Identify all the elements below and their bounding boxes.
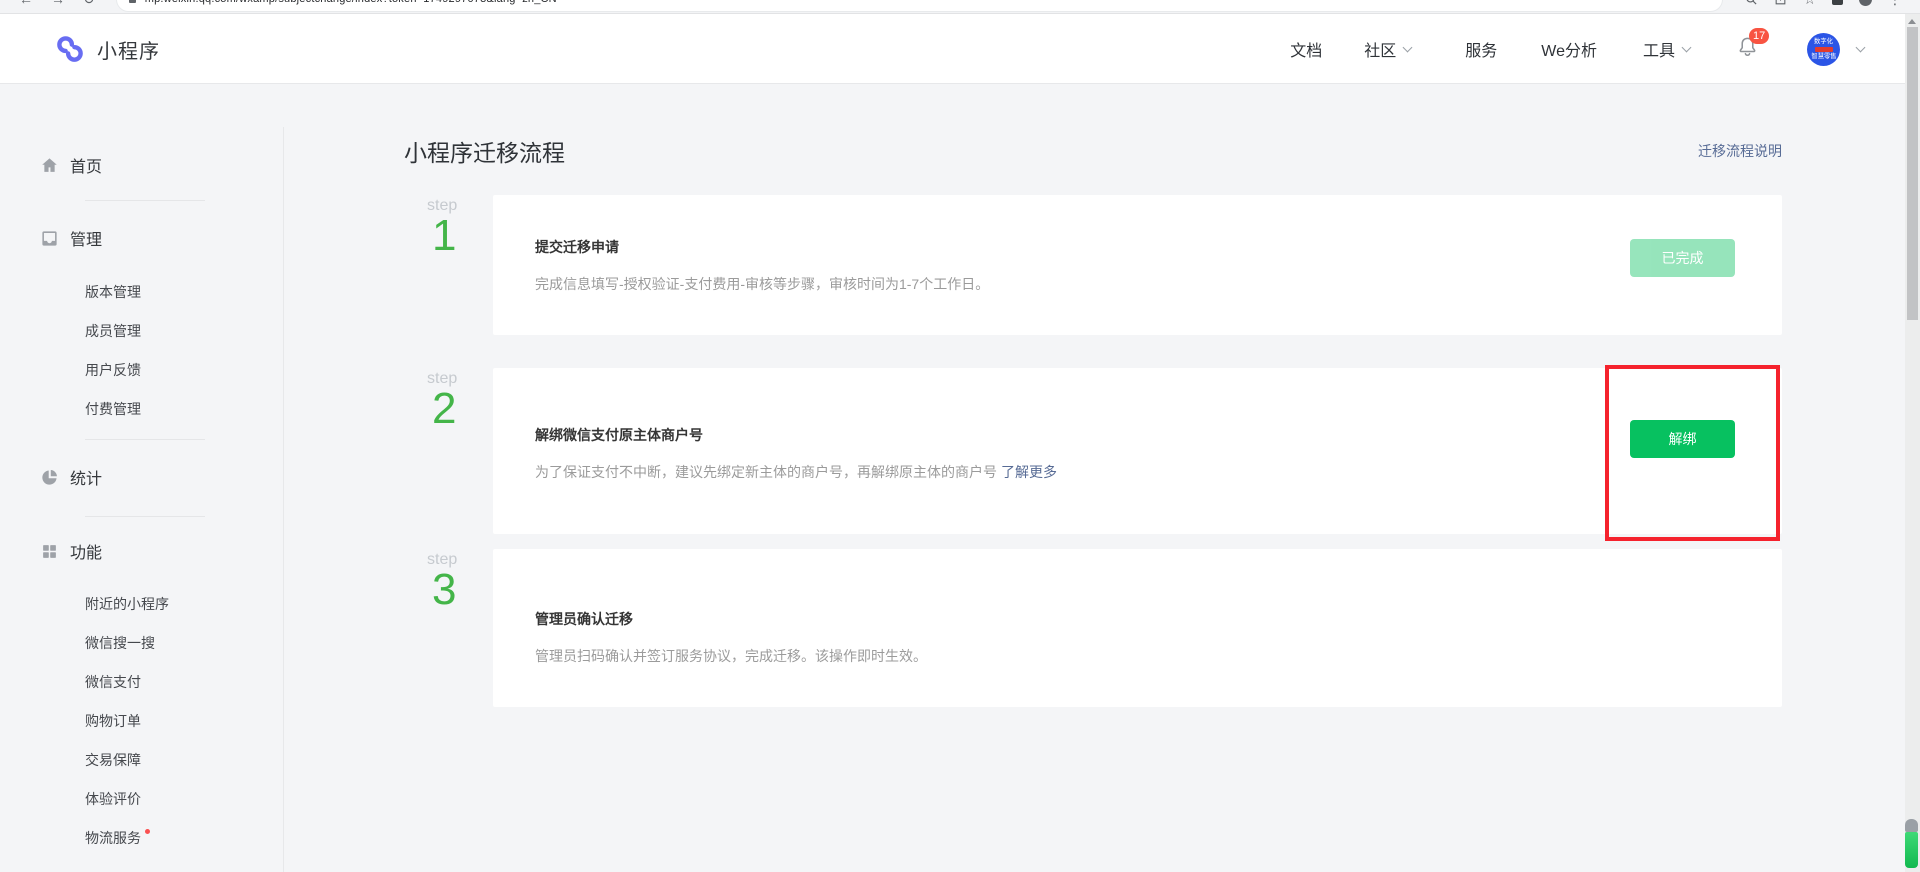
notification-badge: 17 — [1749, 28, 1769, 44]
step-title: 提交迁移申请 — [535, 237, 1782, 257]
step-card-unbind-merchant: 解绑微信支付原主体商户号 为了保证支付不中断，建议先绑定新主体的商户号，再解绑原… — [493, 368, 1782, 534]
scrollbar-up-arrow[interactable] — [1908, 19, 1916, 24]
sidebar-item-version-manage[interactable]: 版本管理 — [0, 273, 283, 312]
page-title: 小程序迁移流程 — [404, 134, 565, 168]
scrollbar-track[interactable] — [1905, 14, 1920, 872]
browser-menu-icon[interactable]: ⋮ — [1888, 0, 1902, 14]
sidebar-section-divider — [85, 200, 205, 201]
inbox-icon — [38, 229, 60, 248]
sidebar-item-features[interactable]: 功能 — [0, 533, 283, 569]
site-info-icon[interactable] — [129, 0, 136, 3]
sidebar-item-member-manage[interactable]: 成员管理 — [0, 312, 283, 351]
step-title: 解绑微信支付原主体商户号 — [535, 425, 1782, 445]
step-number-2: 2 — [427, 388, 493, 430]
sidebar-section-divider — [85, 516, 205, 517]
step-row-1: step 1 提交迁移申请 完成信息填写-授权验证-支付费用-审核等步骤，审核时… — [404, 195, 1782, 335]
step-title: 管理员确认迁移 — [535, 609, 1782, 629]
sidebar-item-wechat-pay[interactable]: 微信支付 — [0, 663, 283, 702]
step-description: 管理员扫码确认并签订服务协议，完成迁移。该操作即时生效。 — [535, 646, 1782, 666]
browser-toolbar: ← → ↻ mp.weixin.qq.com/wxamp/subjectchan… — [0, 0, 1920, 14]
site-header: 小程序 文档 社区 服务 We分析 工具 17 数字化 智慧零售 — [0, 14, 1920, 84]
sidebar-item-statistics[interactable]: 统计 — [0, 459, 283, 495]
step-row-3: step 3 管理员确认迁移 管理员扫码确认并签订服务协议，完成迁移。该操作即时… — [404, 549, 1782, 707]
sidebar-item-trade-guarantee[interactable]: 交易保障 — [0, 741, 283, 780]
nav-community[interactable]: 社区 — [1364, 37, 1411, 61]
avatar-red-banner — [1815, 47, 1833, 52]
share-icon[interactable] — [1774, 0, 1787, 6]
step-number-1: 1 — [427, 215, 493, 257]
sidebar-item-wechat-search[interactable]: 微信搜一搜 — [0, 624, 283, 663]
sidebar-item-logistics-service[interactable]: 物流服务 — [0, 819, 283, 858]
nav-tools[interactable]: 工具 — [1643, 37, 1690, 61]
browser-back-icon[interactable]: ← — [19, 0, 33, 14]
unbind-button[interactable]: 解绑 — [1630, 420, 1735, 458]
bookmark-star-icon[interactable]: ☆ — [1803, 0, 1816, 14]
step-description: 为了保证支付不中断，建议先绑定新主体的商户号，再解绑原主体的商户号了解更多 — [535, 462, 1782, 482]
extension-widget[interactable] — [1905, 819, 1918, 868]
miniprogram-logo-icon — [55, 34, 85, 64]
nav-we-analysis[interactable]: We分析 — [1541, 37, 1597, 61]
search-icon[interactable] — [1745, 0, 1758, 6]
sidebar-item-nearby-miniprograms[interactable]: 附近的小程序 — [0, 585, 283, 624]
grid-icon — [38, 543, 60, 560]
home-icon — [38, 156, 60, 175]
sidebar-item-home[interactable]: 首页 — [0, 147, 283, 183]
url-text: mp.weixin.qq.com/wxamp/subjectchange/ind… — [145, 0, 557, 5]
completed-button[interactable]: 已完成 — [1630, 239, 1735, 277]
migration-help-link[interactable]: 迁移流程说明 — [1698, 141, 1782, 161]
sidebar-section-divider — [85, 439, 205, 440]
step-description: 完成信息填写-授权验证-支付费用-审核等步骤，审核时间为1-7个工作日。 — [535, 274, 1782, 294]
step-row-2: step 2 解绑微信支付原主体商户号 为了保证支付不中断，建议先绑定新主体的商… — [404, 368, 1782, 534]
main-area: 小程序迁移流程 迁移流程说明 step 1 提交迁移申请 完成信息填写-授权验证… — [283, 84, 1920, 872]
step-number-3: 3 — [427, 569, 493, 611]
browser-reload-icon[interactable]: ↻ — [83, 0, 95, 14]
step-card-submit-application: 提交迁移申请 完成信息填写-授权验证-支付费用-审核等步骤，审核时间为1-7个工… — [493, 195, 1782, 335]
browser-forward-icon[interactable]: → — [51, 0, 65, 14]
extension-widget-cap — [1905, 819, 1918, 832]
chevron-down-icon — [1403, 42, 1413, 52]
account-avatar[interactable]: 数字化 智慧零售 — [1807, 33, 1840, 66]
new-badge-dot — [145, 829, 150, 834]
chevron-down-icon — [1682, 42, 1692, 52]
extension-widget-body — [1905, 832, 1918, 868]
step-card-admin-confirm: 管理员确认迁移 管理员扫码确认并签订服务协议，完成迁移。该操作即时生效。 — [493, 549, 1782, 707]
extension-icon[interactable] — [1832, 0, 1843, 5]
learn-more-link[interactable]: 了解更多 — [1001, 464, 1057, 480]
address-bar[interactable]: mp.weixin.qq.com/wxamp/subjectchange/ind… — [116, 0, 1724, 12]
nav-docs[interactable]: 文档 — [1290, 37, 1322, 61]
sidebar-item-user-feedback[interactable]: 用户反馈 — [0, 351, 283, 390]
browser-profile-avatar[interactable] — [1859, 0, 1872, 6]
nav-services[interactable]: 服务 — [1465, 37, 1497, 61]
migration-steps: step 1 提交迁移申请 完成信息填写-授权验证-支付费用-审核等步骤，审核时… — [404, 195, 1782, 707]
account-chevron-down-icon[interactable] — [1856, 42, 1866, 52]
notification-bell[interactable]: 17 — [1736, 35, 1759, 63]
miniprogram-logo[interactable]: 小程序 — [55, 14, 160, 84]
sidebar: 首页 管理 版本管理 成员管理 用户反馈 付费管理 统计 — [0, 84, 283, 872]
header-nav: 文档 社区 服务 We分析 工具 17 数字化 智慧零售 — [1290, 14, 1864, 84]
pie-chart-icon — [38, 468, 60, 487]
logo-text: 小程序 — [97, 35, 160, 64]
sidebar-item-experience-rating[interactable]: 体验评价 — [0, 780, 283, 819]
scrollbar-thumb[interactable] — [1907, 27, 1918, 320]
page-body: 首页 管理 版本管理 成员管理 用户反馈 付费管理 统计 — [0, 84, 1920, 872]
sidebar-item-manage[interactable]: 管理 — [0, 220, 283, 256]
sidebar-item-shopping-orders[interactable]: 购物订单 — [0, 702, 283, 741]
sidebar-item-payment-manage[interactable]: 付费管理 — [0, 390, 283, 429]
